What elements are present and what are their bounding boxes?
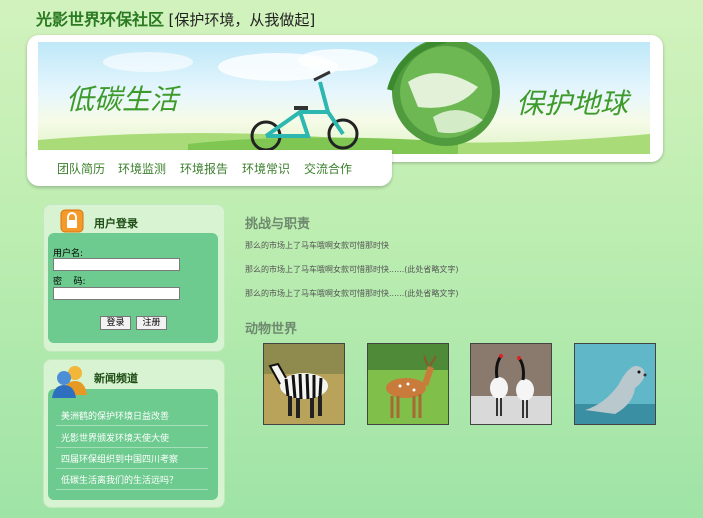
news-item[interactable]: 美洲鹤的保护环境日益改善	[61, 409, 169, 422]
site-header: 光影世界环保社区 [保护环境，从我做起]	[36, 6, 315, 30]
news-title: 新闻频道	[94, 372, 138, 385]
nav-item-monitor[interactable]: 环境监测	[118, 160, 166, 177]
news-item[interactable]: 低碳生活离我们的生活远吗？	[61, 473, 178, 486]
news-item[interactable]: 四届环保组织到中国四川考察	[61, 452, 178, 465]
banner-right-text: 保护地球	[516, 87, 632, 120]
login-title: 用户登录	[94, 217, 138, 230]
section-title-challenge: 挑战与职责	[245, 217, 311, 232]
password-input[interactable]	[53, 287, 180, 300]
news-divider	[56, 468, 208, 469]
banner-left-text: 低碳生活	[66, 83, 182, 116]
paragraph: 那么的市场上了马车哦啊女款可惜那时快	[245, 241, 389, 250]
banner-image: 低碳生活 保护地球	[38, 42, 650, 154]
banner-graphic: 低碳生活 保护地球	[38, 42, 650, 154]
news-divider	[56, 425, 208, 426]
seal-photo[interactable]	[574, 343, 656, 425]
username-input[interactable]	[53, 258, 180, 271]
paragraph: 那么的市场上了马车哦啊女款可惜那时快......(此处省略文字)	[245, 265, 459, 274]
register-button[interactable]: 注册	[136, 316, 167, 330]
users-icon	[51, 363, 89, 399]
nav-item-report[interactable]: 环境报告	[180, 160, 228, 177]
deer-photo[interactable]	[367, 343, 449, 425]
paragraph: 那么的市场上了马车哦啊女款可惜那时快......(此处省略文字)	[245, 289, 459, 298]
nav-item-knowledge[interactable]: 环境常识	[242, 160, 290, 177]
login-button[interactable]: 登录	[100, 316, 131, 330]
crane-photo[interactable]	[470, 343, 552, 425]
site-slogan: [保护环境，从我做起]	[168, 11, 316, 29]
section-title-animals: 动物世界	[245, 322, 298, 337]
nav-item-team[interactable]: 团队简历	[57, 160, 105, 177]
site-name: 光影世界环保社区	[36, 10, 165, 29]
news-divider	[56, 489, 208, 490]
zebra-photo[interactable]	[263, 343, 345, 425]
password-label: 密 码:	[53, 277, 86, 287]
news-item[interactable]: 光影世界颁发环境天使大使	[61, 431, 169, 444]
lock-icon	[58, 207, 86, 235]
nav-item-cooperation[interactable]: 交流合作	[304, 160, 352, 177]
news-divider	[56, 447, 208, 448]
globe-icon	[387, 42, 500, 146]
